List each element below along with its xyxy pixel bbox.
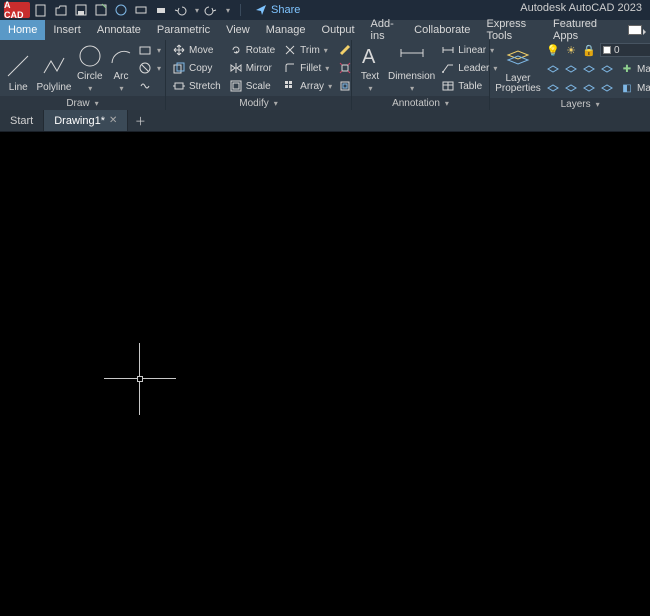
tab-parametric[interactable]: Parametric [149,20,218,40]
panel-modify-label[interactable]: Modify▾ [166,96,351,110]
dimension-label: Dimension [388,71,435,82]
svg-text:A: A [362,46,376,68]
fillet-button[interactable]: Fillet▾ [281,60,334,76]
panel-annotation: A Text▾ Dimension▾ Linear▾ Leader▾ Table… [352,40,490,110]
layicon-4[interactable] [600,62,614,76]
text-button[interactable]: A Text▾ [356,43,384,93]
layicon-1[interactable] [546,62,560,76]
scale-button[interactable]: Scale [227,78,277,94]
tab-featured[interactable]: Featured Apps [545,20,614,40]
move-button[interactable]: Move [170,42,223,58]
ribbon: Line Polyline Circle▾ Arc▾ ▾ ▾ Draw▾ [0,40,650,110]
tab-collaborate[interactable]: Collaborate [406,20,478,40]
array-button[interactable]: Array▾ [281,78,334,94]
open-icon[interactable] [54,3,68,17]
make-button[interactable]: ✚Make [618,62,650,76]
saveas-icon[interactable] [94,3,108,17]
offset-icon[interactable] [338,79,352,93]
ribbon-tabs: Home Insert Annotate Parametric View Man… [0,20,650,40]
arc-button[interactable]: Arc▾ [108,43,134,93]
hatch-icon[interactable] [138,61,152,75]
close-tab-icon[interactable]: ✕ [109,115,117,126]
doc-tab-drawing1[interactable]: Drawing1*✕ [44,110,128,131]
match-button[interactable]: ◧Match [618,81,650,95]
panel-layers: Layer Properties 💡 ☀ 🔒 0 ✚ [490,40,650,110]
polyline-button[interactable]: Polyline [36,43,71,93]
web-icon[interactable] [114,3,128,17]
panel-modify: Move Copy Stretch Rotate Mirror Scale Tr… [166,40,352,110]
polyline-label: Polyline [36,82,71,93]
tab-view[interactable]: View [218,20,258,40]
redo-dropdown[interactable]: ▾ [226,6,230,15]
circle-button[interactable]: Circle▾ [76,43,104,93]
circle-label: Circle [77,71,103,82]
panel-draw-label[interactable]: Draw▾ [0,96,165,110]
tab-extra[interactable] [614,20,650,40]
layer-current: 0 [614,45,620,56]
bulb-icon[interactable]: 💡 [546,43,560,57]
tab-insert[interactable]: Insert [45,20,89,40]
explode-icon[interactable] [338,61,352,75]
text-label: Text [361,71,379,82]
layer-properties-button[interactable]: Layer Properties [494,44,542,94]
drawing-canvas[interactable] [0,132,650,616]
layer-color-swatch [603,46,611,54]
copy-button[interactable]: Copy [170,60,223,76]
quick-access-toolbar: ▾ ▾ Share [34,3,300,17]
trim-button[interactable]: Trim▾ [281,42,334,58]
layicon-7[interactable] [582,81,596,95]
panel-layers-label[interactable]: Layers▾ [490,98,650,110]
panel-annotation-label[interactable]: Annotation▾ [352,96,489,110]
redo-icon[interactable] [205,3,219,17]
stretch-button[interactable]: Stretch [170,78,223,94]
title-bar: A CAD ▾ ▾ Share Autodesk AutoCAD 2023 [0,0,650,20]
undo-icon[interactable] [174,3,188,17]
dimension-button[interactable]: Dimension▾ [388,43,435,93]
rotate-button[interactable]: Rotate [227,42,277,58]
crosshair-pickbox [137,376,143,382]
undo-dropdown[interactable]: ▾ [195,6,199,15]
layicon-5[interactable] [546,81,560,95]
save-icon[interactable] [74,3,88,17]
sun-icon[interactable]: ☀ [564,43,578,57]
mirror-button[interactable]: Mirror [227,60,277,76]
print-icon[interactable] [154,3,168,17]
lock-icon[interactable]: 🔒 [582,43,596,57]
line-label: Line [9,82,28,93]
share-label: Share [271,4,300,16]
line-button[interactable]: Line [4,43,32,93]
erase-icon[interactable] [338,43,352,57]
share-button[interactable]: Share [255,4,300,16]
new-icon[interactable] [34,3,48,17]
rectangle-icon[interactable] [138,43,152,57]
app-title: Autodesk AutoCAD 2023 [520,2,642,14]
layicon-6[interactable] [564,81,578,95]
document-tabs: Start Drawing1*✕ ＋ [0,110,650,132]
tab-home[interactable]: Home [0,20,45,40]
ellipse-icon[interactable] [138,79,152,93]
panel-draw: Line Polyline Circle▾ Arc▾ ▾ ▾ Draw▾ [0,40,166,110]
tab-output[interactable]: Output [314,20,363,40]
tab-annotate[interactable]: Annotate [89,20,149,40]
add-tab-button[interactable]: ＋ [128,110,152,131]
arc-label: Arc [113,71,128,82]
app-logo[interactable]: A CAD [4,2,30,18]
plot-icon[interactable] [134,3,148,17]
layprop-label: Layer Properties [494,74,542,94]
layicon-3[interactable] [582,62,596,76]
tab-manage[interactable]: Manage [258,20,314,40]
layicon-2[interactable] [564,62,578,76]
tab-express[interactable]: Express Tools [478,20,545,40]
layicon-8[interactable] [600,81,614,95]
layer-combo[interactable]: 0 [600,43,650,57]
tab-addins[interactable]: Add-ins [363,20,407,40]
doc-tab-start[interactable]: Start [0,110,44,131]
